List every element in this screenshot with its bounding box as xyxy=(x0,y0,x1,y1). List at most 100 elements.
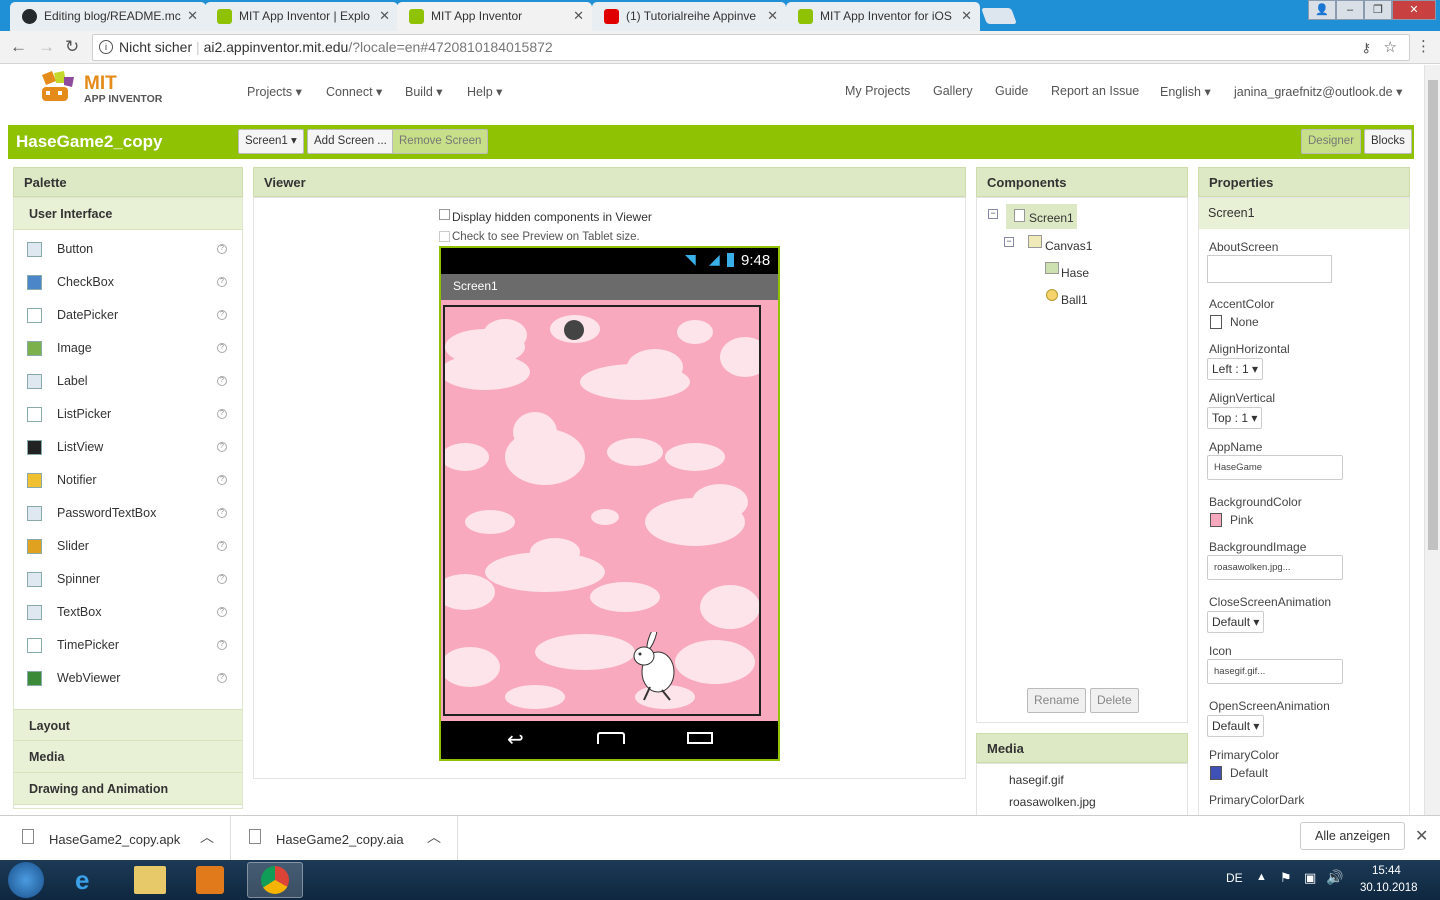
link-report-issue[interactable]: Report an Issue xyxy=(1051,84,1139,98)
appname-input[interactable]: HaseGame xyxy=(1207,455,1343,480)
palette-item-timepicker[interactable]: TimePicker? xyxy=(15,629,241,662)
help-icon[interactable]: ? xyxy=(217,508,227,518)
tablet-preview-checkbox[interactable] xyxy=(439,231,450,242)
add-screen-button[interactable]: Add Screen ... xyxy=(307,129,394,154)
flag-icon[interactable]: ⚑ xyxy=(1280,870,1292,886)
network-icon[interactable]: ▣ xyxy=(1304,870,1316,886)
hase-sprite[interactable] xyxy=(630,626,680,702)
accentcolor-swatch[interactable] xyxy=(1210,315,1222,329)
star-icon[interactable]: ☆ xyxy=(1384,35,1397,60)
aboutscreen-textarea[interactable] xyxy=(1207,255,1332,283)
palette-item-checkbox[interactable]: CheckBox? xyxy=(15,266,241,299)
chevron-up-icon[interactable]: ︿ xyxy=(427,827,441,847)
palette-item-slider[interactable]: Slider? xyxy=(15,530,241,563)
reload-icon[interactable]: ↻ xyxy=(65,37,79,57)
help-icon[interactable]: ? xyxy=(217,343,227,353)
key-icon[interactable]: ⚷ xyxy=(1361,35,1371,60)
url-input[interactable]: i Nicht sicher | ai2.appinventor.mit.edu… xyxy=(92,34,1410,61)
link-gallery[interactable]: Gallery xyxy=(933,84,973,98)
clock-time[interactable]: 15:44 xyxy=(1372,865,1401,877)
show-all-downloads-button[interactable]: Alle anzeigen xyxy=(1300,822,1406,850)
scrollbar-thumb[interactable] xyxy=(1428,80,1438,550)
download-item-aia[interactable]: HaseGame2_copy.aia xyxy=(276,832,404,847)
screen-select[interactable]: Screen1 ▾ xyxy=(238,129,304,154)
help-icon[interactable]: ? xyxy=(217,541,227,551)
internet-explorer-icon[interactable]: e xyxy=(75,865,89,896)
tree-item-hase[interactable]: Hase xyxy=(1061,266,1089,280)
alignhorizontal-select[interactable]: Left : 1 ▾ xyxy=(1207,358,1264,380)
display-hidden-checkbox[interactable] xyxy=(439,209,450,220)
accentcolor-value[interactable]: None xyxy=(1230,315,1259,329)
close-icon[interactable]: ✕ xyxy=(573,2,584,30)
menu-projects[interactable]: Projects ▾ xyxy=(247,84,302,99)
palette-item-spinner[interactable]: Spinner? xyxy=(15,563,241,596)
help-icon[interactable]: ? xyxy=(217,409,227,419)
media-file[interactable]: roasawolken.jpg xyxy=(1009,795,1096,809)
canvas1[interactable] xyxy=(443,305,761,716)
menu-build[interactable]: Build ▾ xyxy=(405,84,443,99)
browser-tab-github[interactable]: Editing blog/README.mc ✕ xyxy=(10,2,206,31)
tree-item-canvas1[interactable]: Canvas1 xyxy=(1045,239,1092,253)
rename-button[interactable]: Rename xyxy=(1027,688,1087,713)
window-close-button[interactable]: ✕ xyxy=(1392,0,1436,20)
palette-item-passwordtextbox[interactable]: PasswordTextBox? xyxy=(15,497,241,530)
ball1-sprite[interactable] xyxy=(564,320,584,340)
info-icon[interactable]: i xyxy=(99,40,113,54)
palette-item-textbox[interactable]: TextBox? xyxy=(15,596,241,629)
palette-item-webviewer[interactable]: WebViewer? xyxy=(15,662,241,695)
user-icon[interactable]: 👤 xyxy=(1308,0,1336,20)
download-item-apk[interactable]: HaseGame2_copy.apk xyxy=(49,832,180,847)
maximize-button[interactable]: ❐ xyxy=(1364,0,1392,20)
help-icon[interactable]: ? xyxy=(217,607,227,617)
volume-icon[interactable]: 🔊 xyxy=(1326,869,1343,886)
link-guide[interactable]: Guide xyxy=(995,84,1028,98)
media-file[interactable]: hasegif.gif xyxy=(1009,773,1064,787)
tree-item-ball1[interactable]: Ball1 xyxy=(1061,293,1088,307)
delete-button[interactable]: Delete xyxy=(1090,688,1139,713)
menu-connect[interactable]: Connect ▾ xyxy=(326,84,382,99)
file-explorer-icon[interactable] xyxy=(134,866,166,894)
close-icon[interactable]: ✕ xyxy=(187,2,198,30)
backgroundcolor-value[interactable]: Pink xyxy=(1230,513,1253,527)
help-icon[interactable]: ? xyxy=(217,376,227,386)
chevron-up-icon[interactable]: ︿ xyxy=(200,827,214,847)
help-icon[interactable]: ? xyxy=(217,442,227,452)
tree-item-screen1-selected[interactable]: Screen1 xyxy=(1006,204,1077,229)
browser-tab-ios[interactable]: MIT App Inventor for iOS ✕ xyxy=(786,2,980,31)
collapse-screen1-icon[interactable]: − xyxy=(988,209,998,219)
help-icon[interactable]: ? xyxy=(217,310,227,320)
designer-button[interactable]: Designer xyxy=(1301,129,1362,154)
chrome-taskbar-button[interactable] xyxy=(247,862,303,898)
start-button-icon[interactable] xyxy=(8,862,44,898)
menu-help[interactable]: Help ▾ xyxy=(467,84,502,99)
help-icon[interactable]: ? xyxy=(217,475,227,485)
closescreenanimation-select[interactable]: Default ▾ xyxy=(1207,611,1265,633)
input-language[interactable]: DE xyxy=(1226,871,1243,885)
primarycolor-value[interactable]: Default xyxy=(1230,766,1268,780)
close-icon[interactable]: ✕ xyxy=(379,2,390,30)
page-scrollbar[interactable] xyxy=(1424,65,1440,815)
close-icon[interactable]: ✕ xyxy=(961,2,972,30)
browser-tab-active[interactable]: MIT App Inventor ✕ xyxy=(397,2,592,31)
icon-input[interactable]: hasegif.gif... xyxy=(1207,659,1343,684)
remove-screen-button[interactable]: Remove Screen xyxy=(392,129,489,154)
backgroundcolor-swatch[interactable] xyxy=(1210,513,1222,527)
palette-section-media[interactable]: Media xyxy=(14,741,242,773)
palette-section-user-interface[interactable]: User Interface xyxy=(14,198,242,230)
palette-item-image[interactable]: Image? xyxy=(15,332,241,365)
clock-date[interactable]: 30.10.2018 xyxy=(1360,882,1418,894)
help-icon[interactable]: ? xyxy=(217,244,227,254)
language-select[interactable]: English ▾ xyxy=(1160,84,1211,99)
palette-item-button[interactable]: Button? xyxy=(15,233,241,266)
primarycolor-swatch[interactable] xyxy=(1210,766,1222,780)
palette-item-notifier[interactable]: Notifier? xyxy=(15,464,241,497)
palette-item-label[interactable]: Label? xyxy=(15,365,241,398)
tray-expand-icon[interactable]: ▲ xyxy=(1256,871,1267,883)
palette-item-listview[interactable]: ListView? xyxy=(15,431,241,464)
palette-item-datepicker[interactable]: DatePicker? xyxy=(15,299,241,332)
help-icon[interactable]: ? xyxy=(217,574,227,584)
menu-icon[interactable]: ⋮ xyxy=(1416,37,1431,55)
help-icon[interactable]: ? xyxy=(217,673,227,683)
forward-icon[interactable]: → xyxy=(38,37,55,57)
close-icon[interactable]: ✕ xyxy=(767,2,778,30)
